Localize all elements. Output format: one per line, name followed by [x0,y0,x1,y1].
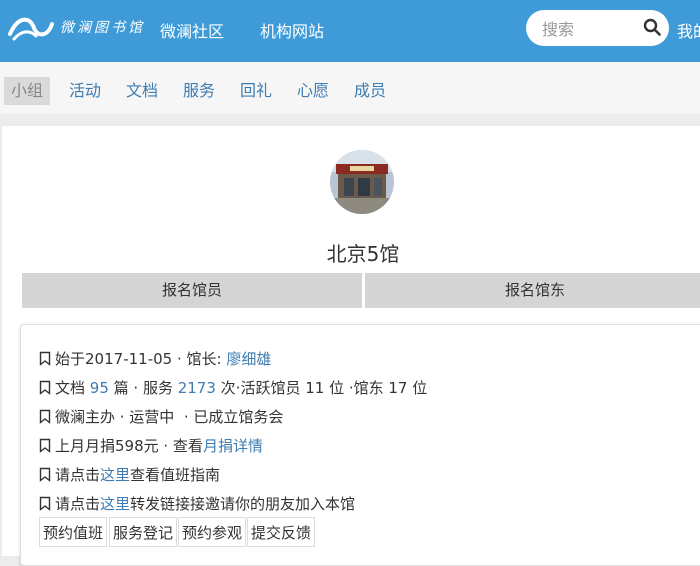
info-status-line: 微澜主办 · 运营中 · 已成立馆务会 [39,406,283,427]
tab-activities[interactable]: 活动 [62,77,108,105]
donation-details-link[interactable]: 月捐详情 [203,437,263,455]
hall-avatar [330,150,394,214]
nav-org-site-link[interactable]: 机构网站 [260,18,324,42]
logo-text[interactable]: 微澜图书馆 [60,17,145,37]
sub-tab-bar: 小组 活动 文档 服务 回礼 心愿 成员 [0,62,700,114]
duty-prefix: 请点击 [55,466,101,484]
donation-prefix: 上月月捐598元 · 查看 [55,437,203,455]
director-link[interactable]: 廖细雄 [226,350,271,368]
search-icon[interactable] [643,18,661,36]
hall-name: 北京5馆 [326,242,400,266]
info-invite-line: 请点击这里转发链接接邀请你的朋友加入本馆 [39,493,355,514]
invite-link[interactable]: 这里 [100,495,130,513]
join-owner-button[interactable]: 报名馆东 [365,273,700,308]
founded-prefix: 始于 [55,350,86,368]
status-text: 微澜主办 · 运营中 · 已成立馆务会 [55,408,284,426]
join-member-button[interactable]: 报名馆员 [22,273,362,308]
book-duty-button[interactable]: 预约值班 [39,517,107,547]
search-input[interactable] [540,17,640,41]
service-count: 2173 [177,379,216,397]
info-duty-line: 请点击这里查看值班指南 [39,464,220,485]
bookmark-icon [39,467,51,482]
docs-mid: 篇 · 服务 [108,379,178,397]
info-stats-line: 文档 95 篇 · 服务 2173 次·活跃馆员 11 位 ·馆东 17 位 [39,377,427,398]
invite-prefix: 请点击 [55,495,101,513]
info-founded-line: 始于2017-11-05 · 馆长: 廖细雄 [39,348,271,369]
weilan-logo-icon[interactable] [8,12,54,42]
tab-members[interactable]: 成员 [347,77,393,105]
founded-date: 2017-11-05 [85,350,173,368]
tab-group[interactable]: 小组 [4,77,51,105]
tab-documents[interactable]: 文档 [119,77,165,105]
docs-count: 95 [89,379,109,397]
info-donation-line: 上月月捐598元 · 查看月捐详情 [39,435,263,456]
duty-guide-link[interactable]: 这里 [100,466,130,484]
search-box [526,10,669,46]
tab-wishes[interactable]: 心愿 [290,77,336,105]
submit-feedback-button[interactable]: 提交反馈 [247,517,315,547]
docs-prefix: 文档 [55,379,90,397]
service-register-button[interactable]: 服务登记 [109,517,177,547]
book-visit-button[interactable]: 预约参观 [178,517,246,547]
duty-suffix: 查看值班指南 [130,466,221,484]
nav-community-link[interactable]: 微澜社区 [160,18,224,42]
tab-gifts[interactable]: 回礼 [233,77,279,105]
tab-services[interactable]: 服务 [176,77,222,105]
my-account-link[interactable]: 我的 [677,18,700,42]
docs-suffix: 次·活跃馆员 11 位 ·馆东 17 位 [215,379,428,397]
top-nav-bar: 微澜图书馆 微澜社区 机构网站 我的 [0,0,700,62]
invite-suffix: 转发链接接邀请你的朋友加入本馆 [130,495,356,513]
director-prefix: · 馆长: [172,350,227,368]
bookmark-icon [39,409,51,424]
bookmark-icon [39,351,51,366]
bookmark-icon [39,438,51,453]
bookmark-icon [39,380,51,395]
bookmark-icon [39,496,51,511]
